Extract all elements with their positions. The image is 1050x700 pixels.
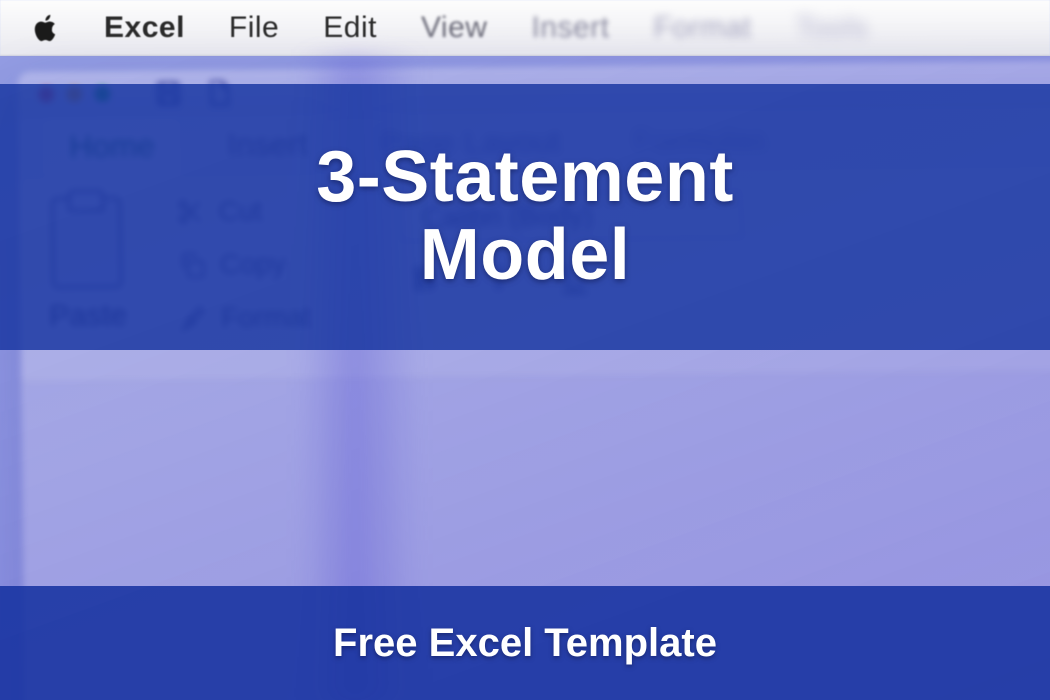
subtitle-text: Free Excel Template — [333, 621, 717, 666]
menubar-item-format[interactable]: Format — [653, 11, 751, 45]
menubar-item-insert[interactable]: Insert — [531, 11, 609, 45]
menubar-item-edit[interactable]: Edit — [323, 11, 377, 45]
title-line-2: Model — [420, 217, 630, 295]
apple-logo-icon — [34, 13, 60, 43]
menubar-app-name[interactable]: Excel — [104, 11, 185, 45]
title-banner: 3-Statement Model — [0, 84, 1050, 350]
mac-menubar: Excel File Edit View Insert Format Tools — [0, 0, 1050, 56]
subtitle-banner: Free Excel Template — [0, 586, 1050, 700]
title-line-1: 3-Statement — [316, 139, 734, 217]
menubar-item-tools[interactable]: Tools — [795, 11, 868, 45]
promo-card: Excel File Edit View Insert Format Tools… — [0, 0, 1050, 700]
menubar-item-file[interactable]: File — [229, 11, 279, 45]
menubar-item-view[interactable]: View — [421, 11, 487, 45]
